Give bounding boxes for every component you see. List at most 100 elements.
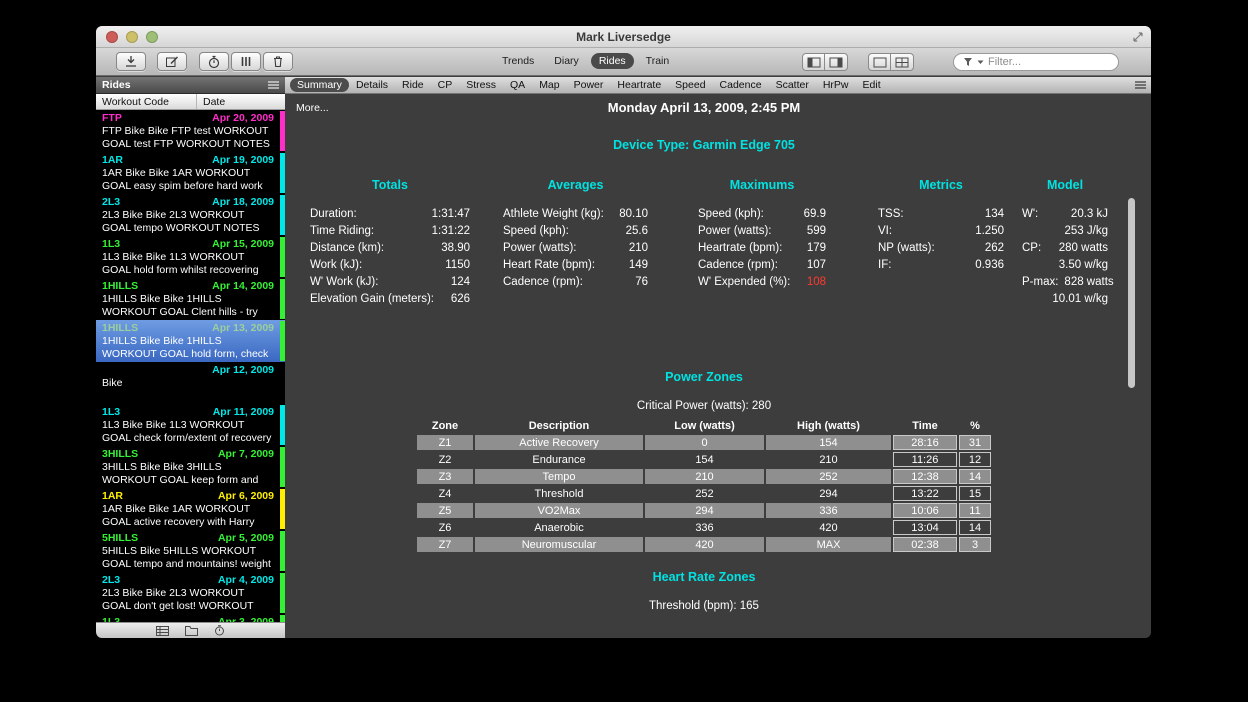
tab-trends[interactable]: Trends xyxy=(494,53,542,69)
toggle-left-sidebar-button[interactable] xyxy=(802,53,825,71)
perspective-tabs: Trends Diary Rides Train xyxy=(494,53,677,69)
minimize-button[interactable] xyxy=(126,31,138,43)
chart-menu-icon[interactable] xyxy=(1135,81,1146,89)
tab-cadence[interactable]: Cadence xyxy=(713,78,769,92)
ride-list-item[interactable]: 3HILLSApr 7, 2009 3HILLS Bike Bike 3HILL… xyxy=(96,446,285,488)
tab-ride[interactable]: Ride xyxy=(395,78,431,92)
ride-list-item[interactable]: 5HILLSApr 5, 2009 5HILLS Bike 5HILLS WOR… xyxy=(96,530,285,572)
ride-list-item[interactable]: FTPApr 20, 2009 FTP Bike Bike FTP test W… xyxy=(96,110,285,152)
app-window: Mark Liversedge Trends Diary Rides Train xyxy=(96,26,1151,638)
summary-column-model: Model W':20.3 kJ 253 J/kg CP:280 watts 3… xyxy=(1022,178,1108,308)
tab-train[interactable]: Train xyxy=(638,53,678,69)
stopwatch-icon xyxy=(207,55,221,69)
workout-code: 1AR xyxy=(102,490,123,503)
zoom-button[interactable] xyxy=(146,31,158,43)
ride-date: Apr 5, 2009 xyxy=(218,532,274,545)
power-zone-row: Z6Anaerobic33642013:0414 xyxy=(417,520,991,535)
tab-power[interactable]: Power xyxy=(567,78,611,92)
ride-list-item[interactable]: 2L3Apr 18, 2009 2L3 Bike Bike 2L3 WORKOU… xyxy=(96,194,285,236)
column-header-date[interactable]: Date xyxy=(197,94,225,109)
ride-list-item[interactable]: 1L3Apr 15, 2009 1L3 Bike Bike 1L3 WORKOU… xyxy=(96,236,285,278)
edit-icon xyxy=(165,55,179,68)
tab-summary[interactable]: Summary xyxy=(290,78,349,92)
ride-date: Apr 14, 2009 xyxy=(212,280,274,293)
workout-code: 2L3 xyxy=(102,196,120,209)
ride-date: Apr 19, 2009 xyxy=(212,154,274,167)
fullscreen-icon[interactable] xyxy=(1132,31,1144,43)
tab-edit[interactable]: Edit xyxy=(856,78,888,92)
workout-code: 1L3 xyxy=(102,616,120,622)
workout-code: 1L3 xyxy=(102,238,120,251)
tab-stress[interactable]: Stress xyxy=(459,78,503,92)
tab-hrpw[interactable]: HrPw xyxy=(816,78,856,92)
workout-code: 1L3 xyxy=(102,406,120,419)
delete-button[interactable] xyxy=(263,52,293,71)
ride-date: Apr 4, 2009 xyxy=(218,574,274,587)
tab-rides[interactable]: Rides xyxy=(591,53,634,69)
sidebar-menu-icon[interactable] xyxy=(268,81,279,89)
ride-list-item[interactable]: 1HILLSApr 14, 2009 1HILLS Bike Bike 1HIL… xyxy=(96,278,285,320)
filter-placeholder: Filter... xyxy=(988,56,1021,68)
window-title: Mark Liversedge xyxy=(96,26,1151,48)
toggle-right-sidebar-button[interactable] xyxy=(825,53,848,71)
summary-column-maximums: Maximums Speed (kph):69.9 Power (watts):… xyxy=(698,178,826,291)
close-button[interactable] xyxy=(106,31,118,43)
workout-code: 1HILLS xyxy=(102,322,138,335)
tab-diary[interactable]: Diary xyxy=(546,53,587,69)
import-button[interactable] xyxy=(116,52,146,71)
section-title: Totals xyxy=(310,178,470,192)
power-zone-row: Z4Threshold25229413:2215 xyxy=(417,486,991,501)
ride-date: Apr 15, 2009 xyxy=(212,238,274,251)
tab-cp[interactable]: CP xyxy=(431,78,460,92)
power-zone-row: Z3Tempo21025212:3814 xyxy=(417,469,991,484)
ride-date: Apr 18, 2009 xyxy=(212,196,274,209)
critical-power-line: Critical Power (watts): 280 xyxy=(285,400,1123,412)
edit-activity-button[interactable] xyxy=(157,52,187,71)
ride-list-item[interactable]: 1L3 Apr 3, 2009 xyxy=(96,614,285,622)
ride-list-item[interactable]: Apr 12, 2009 Bike xyxy=(96,362,285,404)
power-zones-title: Power Zones xyxy=(285,370,1123,384)
workout-code: FTP xyxy=(102,112,122,125)
ride-list-item[interactable]: 2L3Apr 4, 2009 2L3 Bike Bike 2L3 WORKOUT… xyxy=(96,572,285,614)
stopwatch-icon[interactable] xyxy=(214,625,225,636)
section-title: Model xyxy=(1022,178,1108,192)
ride-date: Apr 3, 2009 xyxy=(218,616,274,622)
tab-heartrate[interactable]: Heartrate xyxy=(610,78,668,92)
ride-date: Apr 20, 2009 xyxy=(212,112,274,125)
rides-sidebar: Rides Workout Code Date FTPApr 20, 2009 … xyxy=(96,77,285,638)
layout-toggle-group xyxy=(868,53,914,71)
device-type: Device Type: Garmin Edge 705 xyxy=(285,138,1123,152)
column-header-workout-code[interactable]: Workout Code xyxy=(96,94,197,109)
funnel-icon xyxy=(963,57,973,67)
power-zones-header-row: Zone Description Low (watts) High (watts… xyxy=(417,418,991,433)
sidebar-right-icon xyxy=(829,57,843,68)
ride-date: Apr 7, 2009 xyxy=(218,448,274,461)
ride-list-item-selected[interactable]: 1HILLSApr 13, 2009 1HILLS Bike Bike 1HIL… xyxy=(96,320,285,362)
filter-input[interactable]: Filter... xyxy=(953,53,1119,71)
folder-icon[interactable] xyxy=(185,626,198,636)
chart-tabs: Summary Details Ride CP Stress QA Map Po… xyxy=(285,77,1151,94)
workout-code: 1AR xyxy=(102,154,123,167)
toolbar: Trends Diary Rides Train Filter... xyxy=(96,48,1151,76)
intervals-button[interactable] xyxy=(231,52,261,71)
ride-date: Apr 11, 2009 xyxy=(213,406,274,419)
workout-code: 2L3 xyxy=(102,574,120,587)
tab-scatter[interactable]: Scatter xyxy=(769,78,816,92)
titlebar: Mark Liversedge xyxy=(96,26,1151,48)
single-view-button[interactable] xyxy=(868,53,891,71)
trash-icon xyxy=(271,55,285,68)
traffic-lights xyxy=(106,31,158,43)
tab-map[interactable]: Map xyxy=(532,78,566,92)
ride-list-item[interactable]: 1ARApr 6, 2009 1AR Bike Bike 1AR WORKOUT… xyxy=(96,488,285,530)
tab-details[interactable]: Details xyxy=(349,78,395,92)
summary-column-metrics: Metrics TSS:134 VI:1.250 NP (watts):262 … xyxy=(878,178,1004,274)
tiled-view-button[interactable] xyxy=(891,53,914,71)
tab-speed[interactable]: Speed xyxy=(668,78,712,92)
list-icon[interactable] xyxy=(156,626,169,636)
vertical-scrollbar[interactable] xyxy=(1128,198,1135,388)
ride-list-item[interactable]: 1L3Apr 11, 2009 1L3 Bike Bike 1L3 WORKOU… xyxy=(96,404,285,446)
workout-code: 5HILLS xyxy=(102,532,138,545)
ride-list-item[interactable]: 1ARApr 19, 2009 1AR Bike Bike 1AR WORKOU… xyxy=(96,152,285,194)
tab-qa[interactable]: QA xyxy=(503,78,532,92)
stopwatch-button[interactable] xyxy=(199,52,229,71)
